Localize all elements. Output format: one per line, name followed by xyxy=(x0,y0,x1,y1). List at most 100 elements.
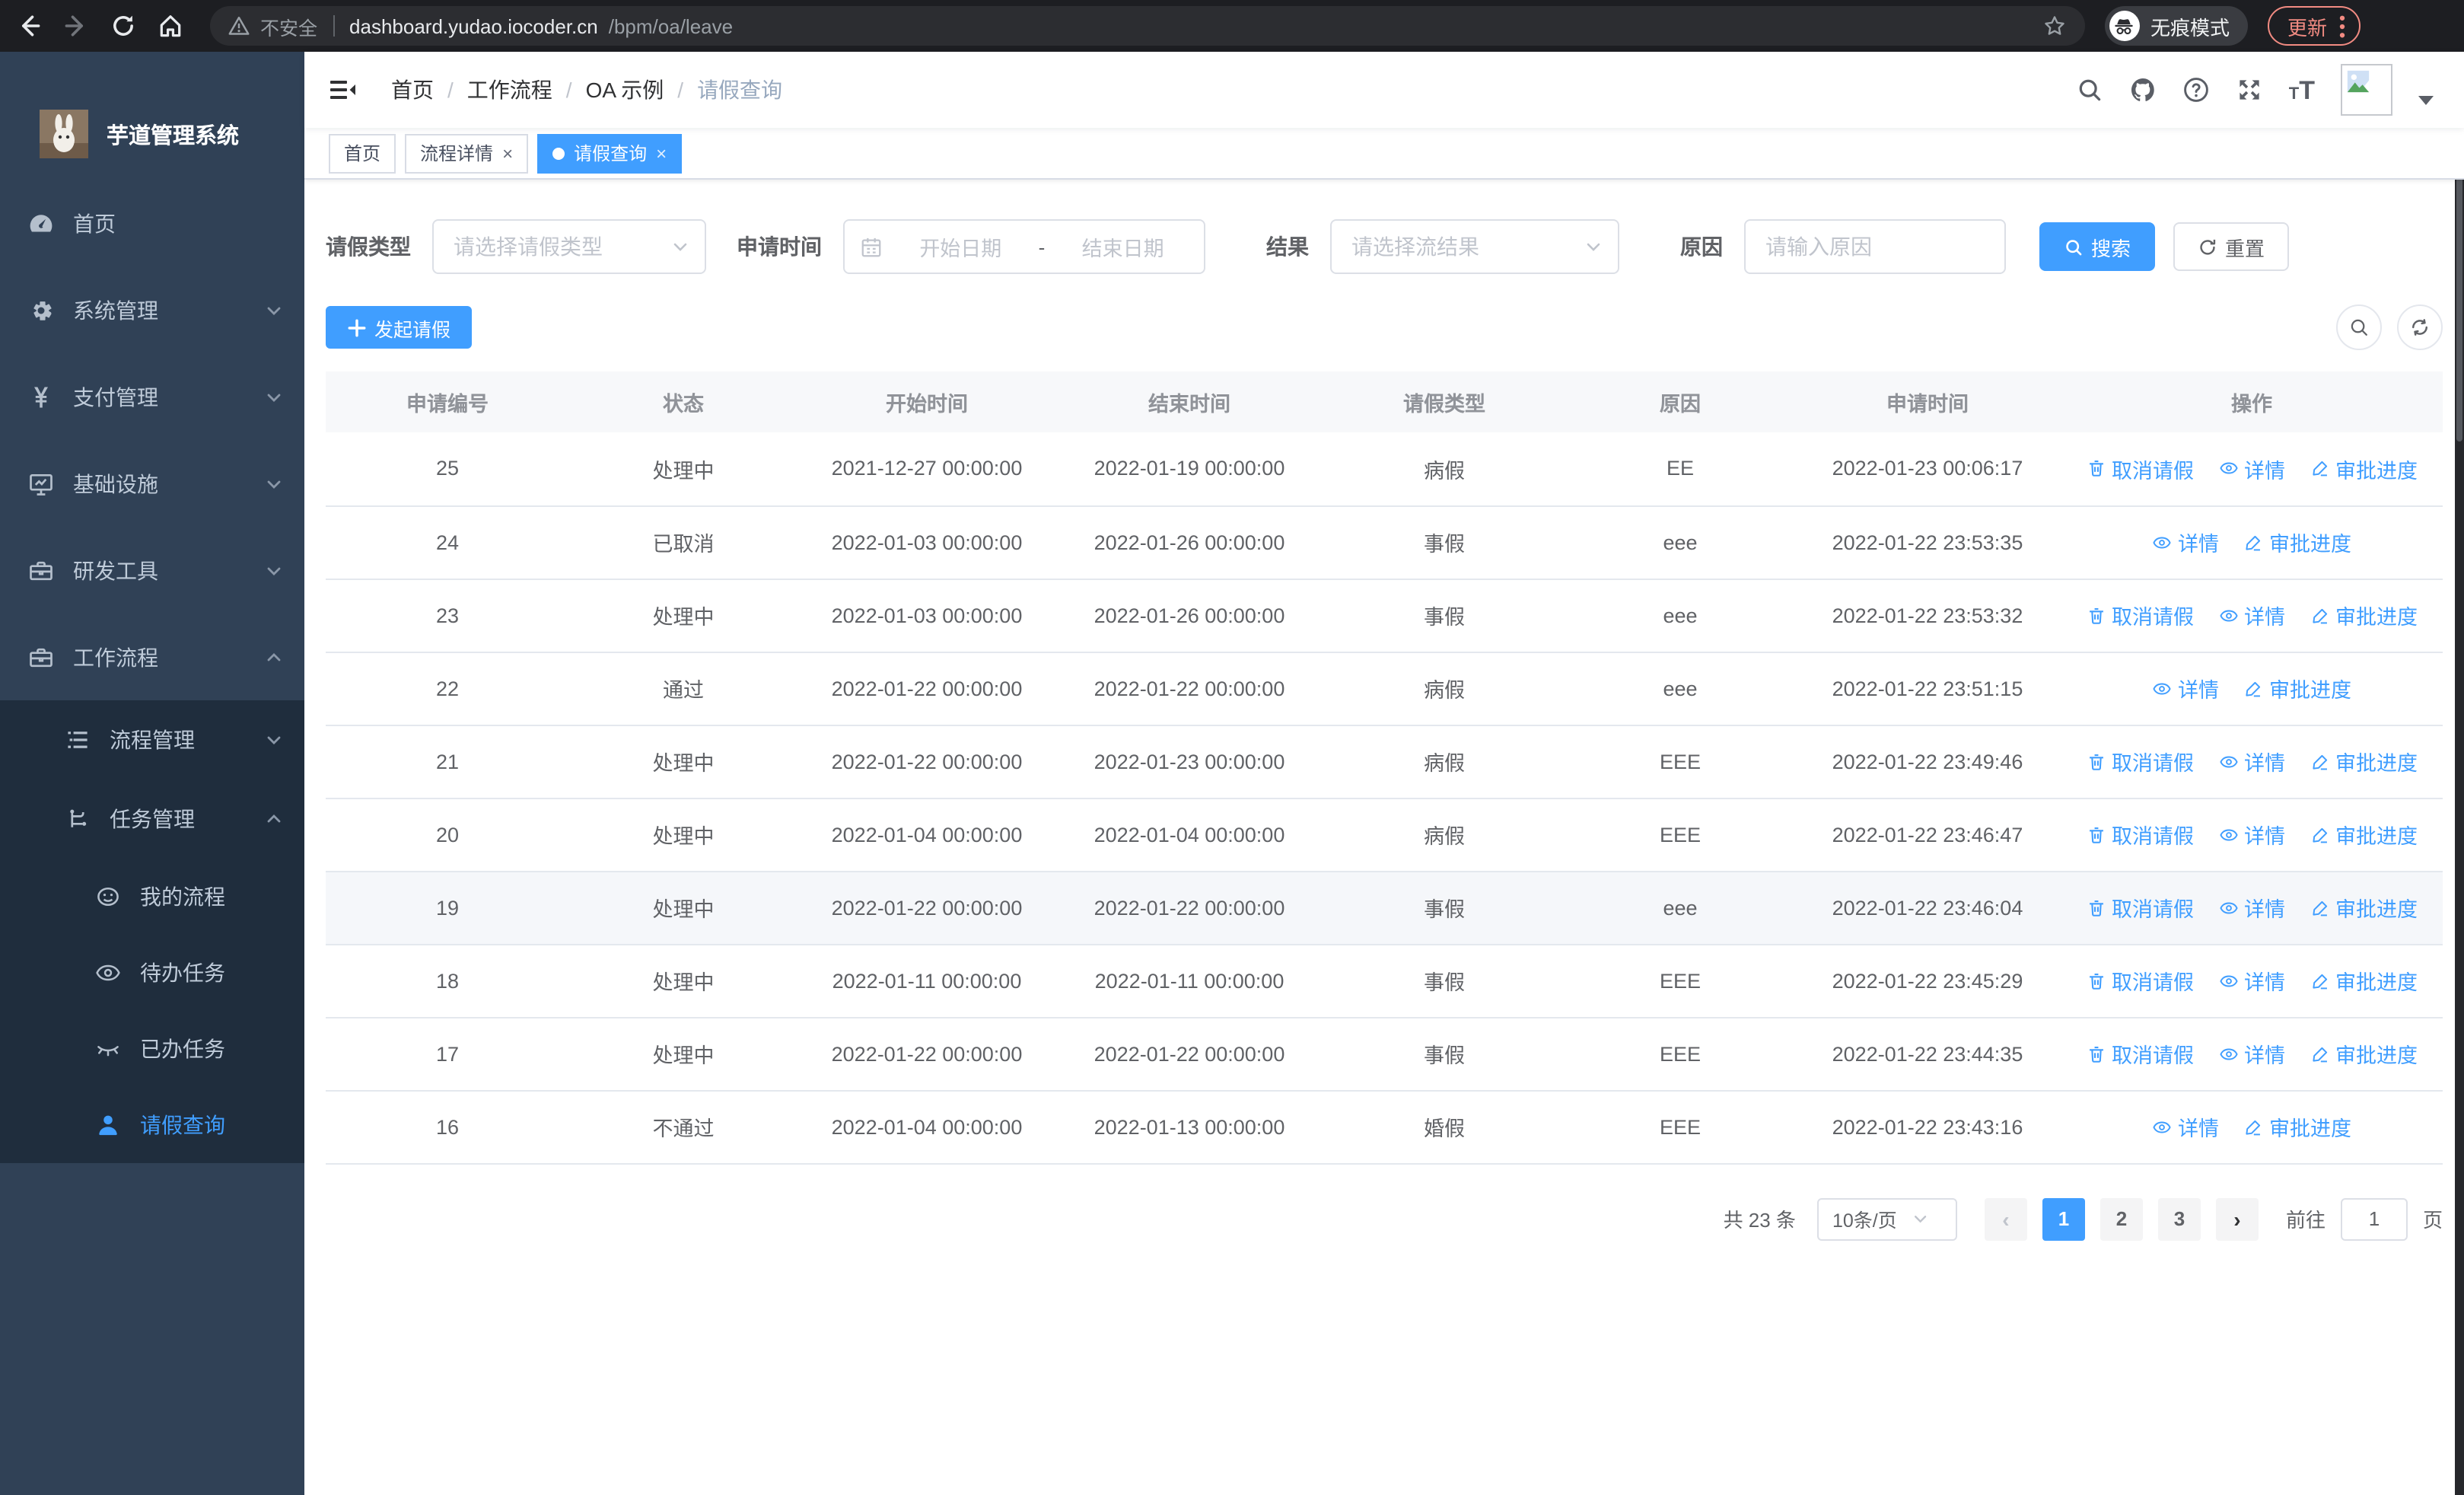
sidebar-item-leave-query[interactable]: 请假查询 xyxy=(0,1087,304,1163)
approval-progress-link[interactable]: 审批进度 xyxy=(2310,1038,2418,1069)
detail-link[interactable]: 详情 xyxy=(2218,819,2285,850)
tag-home[interactable]: 首页 xyxy=(329,133,396,173)
detail-link[interactable]: 详情 xyxy=(2152,673,2219,703)
filter-form: 请假类型 请选择请假类型 申请时间 开始日期 - 结束日期 结果 请选择流结果 … xyxy=(326,219,2443,274)
next-page-button[interactable]: › xyxy=(2215,1197,2259,1240)
avatar[interactable] xyxy=(2341,64,2392,116)
scrollbar[interactable] xyxy=(2455,52,2464,1495)
cell-leave-type: 事假 xyxy=(1323,579,1566,652)
prev-page-button[interactable]: ‹ xyxy=(1984,1197,2027,1240)
sidebar-item-task-management[interactable]: 任务管理 xyxy=(0,779,304,859)
chevron-down-icon xyxy=(1584,237,1603,256)
result-select[interactable]: 请选择流结果 xyxy=(1330,219,1619,274)
reload-icon[interactable] xyxy=(110,12,137,40)
forward-icon[interactable] xyxy=(62,12,90,40)
sidebar-item-done-tasks[interactable]: 已办任务 xyxy=(0,1011,304,1087)
table-body: 25 处理中 2021-12-27 00:00:00 2022-01-19 00:00… xyxy=(326,432,2443,1164)
detail-link[interactable]: 详情 xyxy=(2218,965,2285,996)
tag-process-detail[interactable]: 流程详情 × xyxy=(405,133,529,173)
page-button-1[interactable]: 1 xyxy=(2042,1197,2085,1240)
breadcrumb-home[interactable]: 首页 xyxy=(391,75,434,105)
approval-progress-link[interactable]: 审批进度 xyxy=(2310,746,2418,776)
fullscreen-icon[interactable] xyxy=(2236,76,2263,104)
approval-progress-link[interactable]: 审批进度 xyxy=(2310,454,2418,484)
toolbox-icon xyxy=(27,643,55,671)
header-search-icon[interactable] xyxy=(2076,76,2103,104)
avatar-dropdown-caret-icon[interactable] xyxy=(2418,96,2434,105)
font-size-icon[interactable]: TT xyxy=(2289,77,2315,103)
approval-progress-link[interactable]: 审批进度 xyxy=(2243,673,2351,703)
create-leave-button[interactable]: 发起请假 xyxy=(326,306,473,349)
sidebar-item-label: 任务管理 xyxy=(110,807,195,831)
cancel-leave-link[interactable]: 取消请假 xyxy=(2086,819,2194,850)
sidebar-item-system[interactable]: 系统管理 xyxy=(0,266,304,353)
back-icon[interactable] xyxy=(15,12,43,40)
detail-link[interactable]: 详情 xyxy=(2218,454,2285,484)
sidebar-item-dev-tools[interactable]: 研发工具 xyxy=(0,527,304,614)
page-button-3[interactable]: 3 xyxy=(2157,1197,2201,1240)
approval-progress-link[interactable]: 审批进度 xyxy=(2310,965,2418,996)
page-button-2[interactable]: 2 xyxy=(2099,1197,2143,1240)
detail-link[interactable]: 详情 xyxy=(2218,600,2285,630)
approval-progress-link[interactable]: 审批进度 xyxy=(2243,527,2351,557)
cell-end-time: 2022-01-22 00:00:00 xyxy=(1056,871,1323,945)
address-bar[interactable]: 不安全 dashboard.yudao.iocoder.cn/bpm/oa/le… xyxy=(210,6,2085,46)
tag-leave-query[interactable]: 请假查询 × xyxy=(537,133,683,173)
cancel-leave-link[interactable]: 取消请假 xyxy=(2086,1038,2194,1069)
cell-start-time: 2022-01-22 00:00:00 xyxy=(797,1017,1056,1091)
github-icon[interactable] xyxy=(2129,76,2157,104)
apply-time-range-picker[interactable]: 开始日期 - 结束日期 xyxy=(843,219,1205,274)
detail-link[interactable]: 详情 xyxy=(2152,1111,2219,1142)
chevron-up-icon xyxy=(265,648,283,666)
detail-link[interactable]: 详情 xyxy=(2218,1038,2285,1069)
approval-progress-link[interactable]: 审批进度 xyxy=(2310,600,2418,630)
cell-status: 已取消 xyxy=(569,505,797,579)
browser-menu-icon[interactable] xyxy=(2339,14,2345,37)
chevron-down-icon xyxy=(265,731,283,749)
close-icon[interactable]: × xyxy=(502,144,513,162)
chevron-down-icon xyxy=(1897,1210,1945,1227)
table-row: 18 处理中 2022-01-11 00:00:00 2022-01-11 00:00… xyxy=(326,944,2443,1018)
goto-page-input[interactable] xyxy=(2340,1197,2408,1240)
show-search-button[interactable] xyxy=(2336,304,2382,350)
cell-start-time: 2022-01-04 00:00:00 xyxy=(797,798,1056,872)
calendar-icon xyxy=(860,235,883,258)
sidebar-item-todo-tasks[interactable]: 待办任务 xyxy=(0,935,304,1011)
approval-progress-link[interactable]: 审批进度 xyxy=(2310,819,2418,850)
refresh-table-button[interactable] xyxy=(2397,304,2443,350)
page-size-select[interactable]: 10条/页 xyxy=(1816,1197,1957,1240)
close-icon[interactable]: × xyxy=(656,144,667,162)
cancel-leave-link[interactable]: 取消请假 xyxy=(2086,892,2194,923)
leave-type-select[interactable]: 请选择请假类型 xyxy=(432,219,706,274)
cell-apply-id: 24 xyxy=(326,505,569,579)
approval-progress-link[interactable]: 审批进度 xyxy=(2310,892,2418,923)
detail-link[interactable]: 详情 xyxy=(2218,746,2285,776)
breadcrumb-workflow[interactable]: 工作流程 xyxy=(467,75,552,105)
date-start-placeholder: 开始日期 xyxy=(919,237,1002,260)
sidebar-item-process-management[interactable]: 流程管理 xyxy=(0,700,304,779)
update-chrome-button[interactable]: 更新 xyxy=(2267,6,2361,46)
search-button[interactable]: 搜索 xyxy=(2039,222,2155,271)
breadcrumb-oa-example[interactable]: OA 示例 xyxy=(586,75,664,105)
home-icon[interactable] xyxy=(157,12,184,40)
cancel-leave-link[interactable]: 取消请假 xyxy=(2086,454,2194,484)
sidebar-item-payment[interactable]: 支付管理 xyxy=(0,353,304,440)
sidebar-item-workflow[interactable]: 工作流程 xyxy=(0,614,304,700)
sidebar-item-infrastructure[interactable]: 基础设施 xyxy=(0,440,304,527)
cancel-leave-link[interactable]: 取消请假 xyxy=(2086,746,2194,776)
approval-progress-link[interactable]: 审批进度 xyxy=(2243,1111,2351,1142)
detail-link[interactable]: 详情 xyxy=(2152,527,2219,557)
help-icon[interactable] xyxy=(2182,76,2210,104)
app-logo-row[interactable]: 芋道管理系统 xyxy=(0,88,304,180)
detail-link[interactable]: 详情 xyxy=(2218,892,2285,923)
sidebar-item-home[interactable]: 首页 xyxy=(0,180,304,266)
cancel-leave-link[interactable]: 取消请假 xyxy=(2086,965,2194,996)
cancel-leave-link[interactable]: 取消请假 xyxy=(2086,600,2194,630)
sidebar-toggle-icon[interactable] xyxy=(327,75,358,105)
sidebar-item-my-process[interactable]: 我的流程 xyxy=(0,859,304,935)
reset-button[interactable]: 重置 xyxy=(2173,222,2289,271)
dashboard-icon xyxy=(27,209,55,237)
reason-input[interactable] xyxy=(1744,219,2006,274)
bookmark-star-icon[interactable] xyxy=(2042,14,2067,38)
table-row: 17 处理中 2022-01-22 00:00:00 2022-01-22 00:00… xyxy=(326,1017,2443,1091)
